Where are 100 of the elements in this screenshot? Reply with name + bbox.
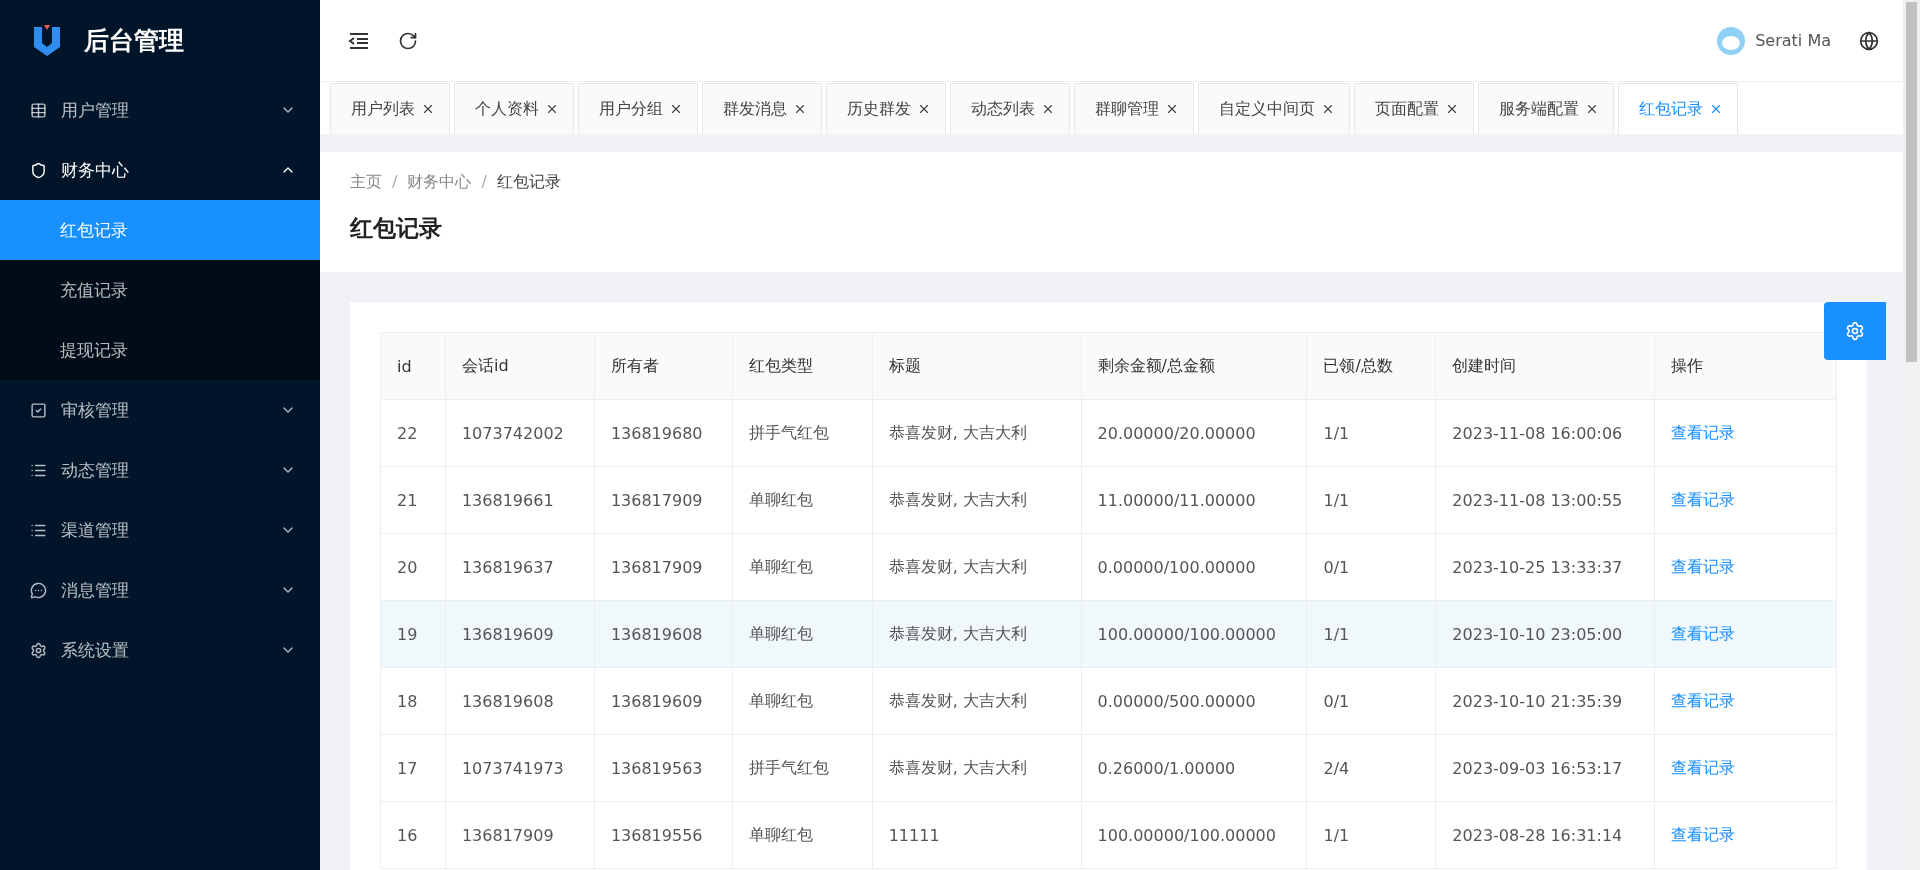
table-cell: 21 <box>380 466 446 534</box>
column-header: id <box>380 332 446 400</box>
breadcrumb-link[interactable]: 主页 <box>350 172 382 193</box>
tab[interactable]: 用户分组 <box>578 83 698 134</box>
table-cell: 恭喜发财, 大吉大利 <box>872 600 1082 668</box>
table-cell: 136819563 <box>594 734 733 802</box>
table-cell: 2/4 <box>1306 734 1436 802</box>
table-cell: 1073741973 <box>445 734 595 802</box>
sidebar-item[interactable]: 用户管理 <box>0 80 320 140</box>
scrollbar[interactable] <box>1903 0 1920 870</box>
tab[interactable]: 用户列表 <box>330 83 450 134</box>
settings-button[interactable] <box>1824 302 1886 360</box>
table-cell: 136819661 <box>445 466 595 534</box>
table-cell: 1/1 <box>1306 801 1436 869</box>
column-header: 已领/总数 <box>1306 332 1436 400</box>
sidebar-item[interactable]: 财务中心 <box>0 140 320 200</box>
table-cell: 2023-10-10 23:05:00 <box>1435 600 1655 668</box>
tab[interactable]: 自定义中间页 <box>1198 83 1350 134</box>
table-cell: 1/1 <box>1306 600 1436 668</box>
tab[interactable]: 个人资料 <box>454 83 574 134</box>
avatar-icon <box>1717 26 1746 55</box>
table-cell: 0/1 <box>1306 667 1436 735</box>
table-cell: 2023-10-25 13:33:37 <box>1435 533 1655 601</box>
page-title: 红包记录 <box>350 214 443 243</box>
table-cell: 2023-11-08 13:00:55 <box>1435 466 1655 534</box>
table-cell: 恭喜发财, 大吉大利 <box>872 734 1082 802</box>
table-cell: 22 <box>380 399 446 467</box>
table-cell: 136819608 <box>445 667 595 735</box>
close-icon[interactable] <box>421 102 435 116</box>
tab[interactable]: 服务端配置 <box>1478 83 1614 134</box>
table-cell: 11111 <box>872 801 1082 869</box>
table-cell: 1/1 <box>1306 399 1436 467</box>
tab[interactable]: 历史群发 <box>826 83 946 134</box>
table-cell: 2023-08-28 16:31:14 <box>1435 801 1655 869</box>
table-icon <box>30 101 47 119</box>
column-header: 红包类型 <box>732 332 873 400</box>
column-header: 标题 <box>872 332 1082 400</box>
table-cell: 恭喜发财, 大吉大利 <box>872 533 1082 601</box>
close-icon[interactable] <box>1321 102 1335 116</box>
table-cell: 136817909 <box>594 533 733 601</box>
close-icon[interactable] <box>1041 102 1055 116</box>
table-cell: 拼手气红包 <box>732 734 873 802</box>
table-cell: 单聊红包 <box>732 466 873 534</box>
sidebar-item[interactable]: 系统设置 <box>0 620 320 680</box>
close-icon[interactable] <box>1585 102 1599 116</box>
close-icon[interactable] <box>1165 102 1179 116</box>
table-cell: 2023-11-08 16:00:06 <box>1435 399 1655 467</box>
breadcrumb-link[interactable]: 财务中心 <box>407 172 472 193</box>
table-cell: 20.00000/20.00000 <box>1081 399 1307 467</box>
table-cell: 136819609 <box>594 667 733 735</box>
table-cell: 1/1 <box>1306 466 1436 534</box>
table-cell: 单聊红包 <box>732 600 873 668</box>
table-cell: 单聊红包 <box>732 801 873 869</box>
refresh-icon[interactable] <box>398 30 418 51</box>
table-cell: 单聊红包 <box>732 533 873 601</box>
table-cell: 恭喜发财, 大吉大利 <box>872 466 1082 534</box>
close-icon[interactable] <box>917 102 931 116</box>
table-cell: 0/1 <box>1306 533 1436 601</box>
globe-icon[interactable] <box>1859 30 1879 51</box>
table-cell: 136819680 <box>594 399 733 467</box>
sidebar-item[interactable]: 渠道管理 <box>0 500 320 560</box>
column-header: 所有者 <box>594 332 733 400</box>
table-cell: 恭喜发财, 大吉大利 <box>872 667 1082 735</box>
table-cell: 19 <box>380 600 446 668</box>
app-title: 后台管理 <box>84 24 184 57</box>
close-icon[interactable] <box>669 102 683 116</box>
table-cell: 2023-10-10 21:35:39 <box>1435 667 1655 735</box>
tab[interactable]: 群发消息 <box>702 83 822 134</box>
user-name[interactable]: Serati Ma <box>1755 31 1831 50</box>
tab[interactable]: 群聊管理 <box>1074 83 1194 134</box>
checkbox-icon <box>30 401 47 419</box>
table-cell: 2023-09-03 16:53:17 <box>1435 734 1655 802</box>
table-cell: 136819637 <box>445 533 595 601</box>
table-cell: 100.00000/100.00000 <box>1081 600 1307 668</box>
sidebar-item[interactable]: 动态管理 <box>0 440 320 500</box>
tab[interactable]: 页面配置 <box>1354 83 1474 134</box>
table-cell: 拼手气红包 <box>732 399 873 467</box>
table-cell: 1073742002 <box>445 399 595 467</box>
close-icon[interactable] <box>793 102 807 116</box>
menu-fold-icon[interactable] <box>348 31 370 50</box>
gear-icon <box>30 641 47 659</box>
column-header: 剩余金额/总金额 <box>1081 332 1307 400</box>
table-cell: 136819609 <box>445 600 595 668</box>
table-cell: 100.00000/100.00000 <box>1081 801 1307 869</box>
close-icon[interactable] <box>545 102 559 116</box>
breadcrumb-separator: / <box>392 172 398 193</box>
table-cell: 0.00000/100.00000 <box>1081 533 1307 601</box>
sidebar-item[interactable]: 消息管理 <box>0 560 320 620</box>
close-icon[interactable] <box>1445 102 1459 116</box>
table-cell: 136819556 <box>594 801 733 869</box>
table-cell: 11.00000/11.00000 <box>1081 466 1307 534</box>
column-header: 创建时间 <box>1435 332 1655 400</box>
sidebar-item[interactable]: 审核管理 <box>0 380 320 440</box>
table-cell: 17 <box>380 734 446 802</box>
column-header: 操作 <box>1654 332 1837 400</box>
table-cell: 20 <box>380 533 446 601</box>
tab[interactable]: 动态列表 <box>950 83 1070 134</box>
sidebar-subitem[interactable]: 充值记录 <box>0 260 320 320</box>
shield-icon <box>30 161 47 179</box>
sidebar-subitem[interactable]: 提现记录 <box>0 320 320 380</box>
